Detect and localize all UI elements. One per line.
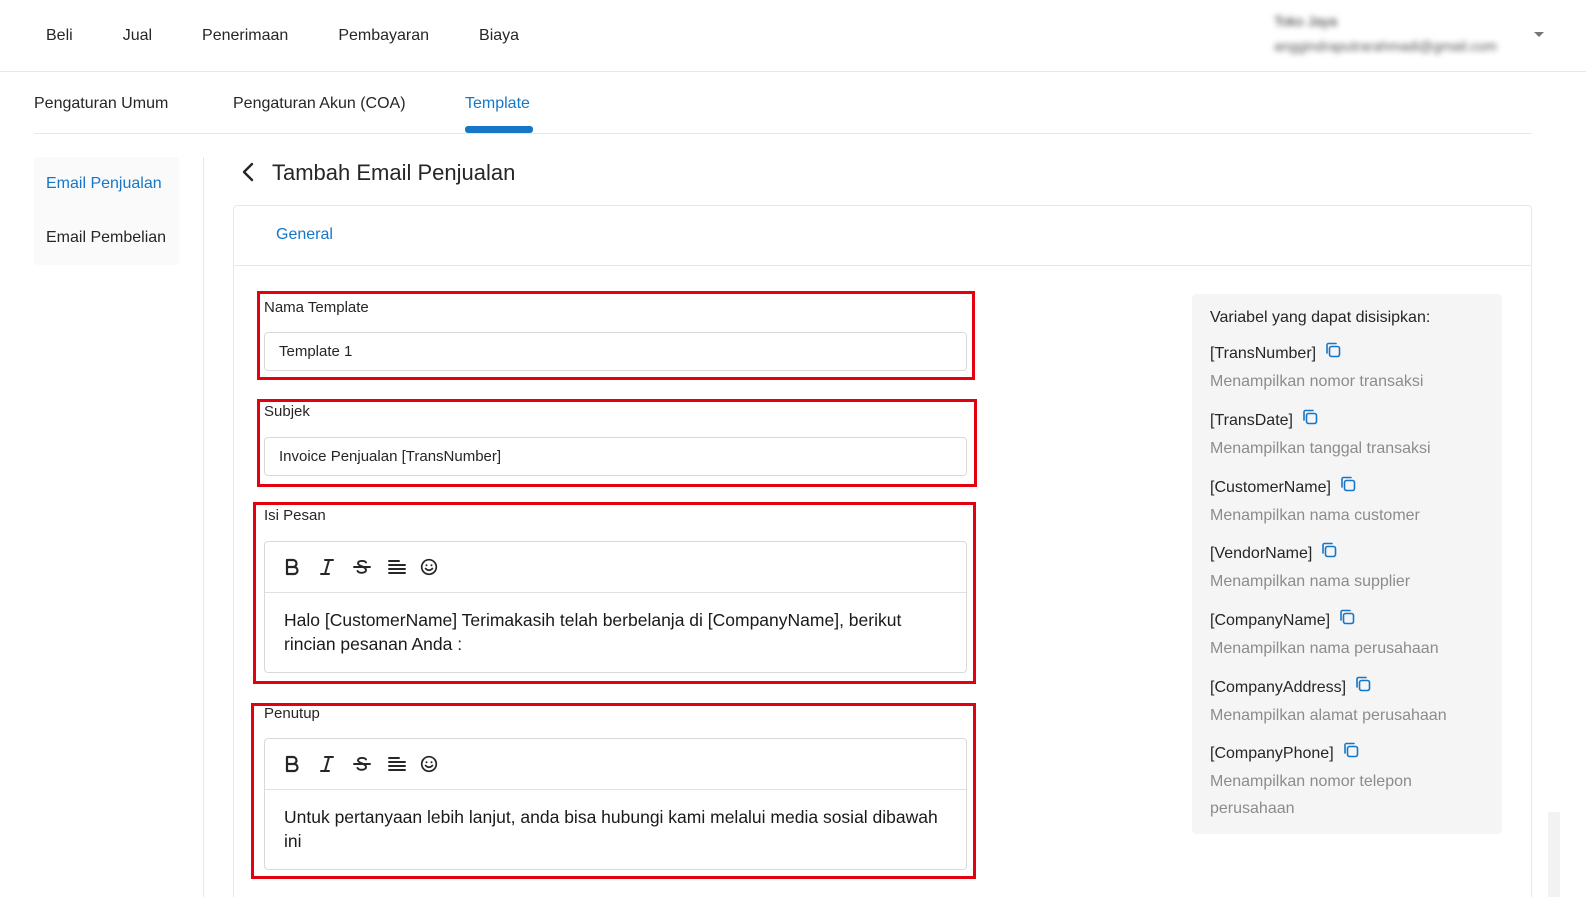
- tab-template[interactable]: Template: [465, 92, 530, 116]
- nav-item-beli[interactable]: Beli: [46, 24, 73, 48]
- variable-description: Menampilkan nomor transaksi: [1210, 373, 1424, 390]
- subject-input[interactable]: [264, 437, 967, 476]
- subject-label: Subjek: [264, 403, 310, 420]
- sidebar-item-email-pembelian[interactable]: Email Pembelian: [46, 226, 166, 250]
- copy-icon[interactable]: [1324, 341, 1342, 359]
- closing-label: Penutup: [264, 705, 320, 722]
- variables-title: Variabel yang dapat disisipkan:: [1210, 309, 1431, 326]
- chevron-left-icon[interactable]: [238, 160, 258, 184]
- nav-item-biaya[interactable]: Biaya: [479, 24, 519, 48]
- template-name-input[interactable]: [264, 332, 967, 371]
- nav-item-jual[interactable]: Jual: [123, 24, 152, 48]
- top-nav-menu: Beli Jual Penerimaan Pembayaran Biaya: [46, 24, 569, 48]
- variable-description: Menampilkan alamat perusahaan: [1210, 707, 1447, 724]
- active-tab-indicator: [465, 126, 533, 133]
- copy-icon[interactable]: [1338, 608, 1356, 626]
- user-name: Toko Jaya: [1274, 13, 1338, 29]
- body-editor[interactable]: Halo [CustomerName] Terimakasih telah be…: [264, 541, 967, 673]
- caret-down-icon[interactable]: [1534, 32, 1544, 37]
- settings-tabs: Pengaturan Umum Pengaturan Akun (COA) Te…: [34, 72, 1532, 134]
- copy-icon[interactable]: [1301, 408, 1319, 426]
- template-sidebar: Email Penjualan Email Pembelian: [34, 157, 179, 265]
- variable-description: Menampilkan nomor telepon perusahaan: [1210, 773, 1412, 817]
- variable-name: [TransDate]: [1210, 412, 1293, 429]
- variable-description: Menampilkan nama customer: [1210, 507, 1420, 524]
- top-navbar: Beli Jual Penerimaan Pembayaran Biaya To…: [0, 0, 1586, 72]
- bold-icon[interactable]: [280, 555, 304, 579]
- closing-editor[interactable]: Untuk pertanyaan lebih lanjut, anda bisa…: [264, 738, 967, 870]
- align-icon[interactable]: [385, 752, 409, 776]
- variable-name: [CompanyPhone]: [1210, 745, 1334, 762]
- variable-name: [VendorName]: [1210, 545, 1313, 562]
- emoji-icon[interactable]: [417, 752, 441, 776]
- page-title: Tambah Email Penjualan: [272, 160, 516, 185]
- editor-toolbar: [265, 739, 966, 790]
- tab-pengaturan-akun[interactable]: Pengaturan Akun (COA): [233, 92, 406, 116]
- card-tabbar: General: [234, 206, 1531, 266]
- nav-item-pembayaran[interactable]: Pembayaran: [338, 24, 429, 48]
- body-label: Isi Pesan: [264, 507, 326, 524]
- variable-name: [TransNumber]: [1210, 345, 1317, 362]
- bold-icon[interactable]: [280, 752, 304, 776]
- variable-item: [CustomerName] Menampilkan nama customer: [1210, 475, 1490, 529]
- scrollbar[interactable]: [1548, 812, 1560, 897]
- name-label: Nama Template: [264, 299, 369, 316]
- italic-icon[interactable]: [315, 752, 339, 776]
- align-icon[interactable]: [385, 555, 409, 579]
- copy-icon[interactable]: [1320, 541, 1338, 559]
- copy-icon[interactable]: [1354, 675, 1372, 693]
- user-menu[interactable]: Toko Jaya anggindraputrarahmadi@gmail.co…: [1274, 10, 1554, 60]
- copy-icon[interactable]: [1342, 741, 1360, 759]
- variable-name: [CustomerName]: [1210, 479, 1331, 496]
- divider: [203, 157, 204, 897]
- variable-item: [CompanyPhone] Menampilkan nomor telepon…: [1210, 741, 1490, 822]
- variable-item: [TransDate] Menampilkan tanggal transaks…: [1210, 408, 1490, 462]
- strikethrough-icon[interactable]: [350, 555, 374, 579]
- strikethrough-icon[interactable]: [350, 752, 374, 776]
- variable-description: Menampilkan nama perusahaan: [1210, 640, 1439, 657]
- body-content[interactable]: Halo [CustomerName] Terimakasih telah be…: [284, 608, 942, 656]
- tab-pengaturan-umum[interactable]: Pengaturan Umum: [34, 92, 168, 116]
- copy-icon[interactable]: [1339, 475, 1357, 493]
- emoji-icon[interactable]: [417, 555, 441, 579]
- tab-general[interactable]: General: [276, 223, 333, 247]
- user-email: anggindraputrarahmadi@gmail.com: [1274, 38, 1497, 54]
- sidebar-item-email-penjualan[interactable]: Email Penjualan: [46, 172, 162, 196]
- italic-icon[interactable]: [315, 555, 339, 579]
- editor-toolbar: [265, 542, 966, 593]
- variable-description: Menampilkan nama supplier: [1210, 573, 1411, 590]
- variable-item: [CompanyAddress] Menampilkan alamat peru…: [1210, 675, 1490, 729]
- closing-content[interactable]: Untuk pertanyaan lebih lanjut, anda bisa…: [284, 805, 942, 853]
- variable-name: [CompanyName]: [1210, 612, 1331, 629]
- nav-item-penerimaan[interactable]: Penerimaan: [202, 24, 288, 48]
- variables-panel: Variabel yang dapat disisipkan: [TransNu…: [1192, 294, 1502, 834]
- variable-description: Menampilkan tanggal transaksi: [1210, 440, 1431, 457]
- variable-name: [CompanyAddress]: [1210, 679, 1347, 696]
- variable-item: [VendorName] Menampilkan nama supplier: [1210, 541, 1490, 595]
- variable-item: [TransNumber] Menampilkan nomor transaks…: [1210, 341, 1490, 395]
- variable-item: [CompanyName] Menampilkan nama perusahaa…: [1210, 608, 1490, 662]
